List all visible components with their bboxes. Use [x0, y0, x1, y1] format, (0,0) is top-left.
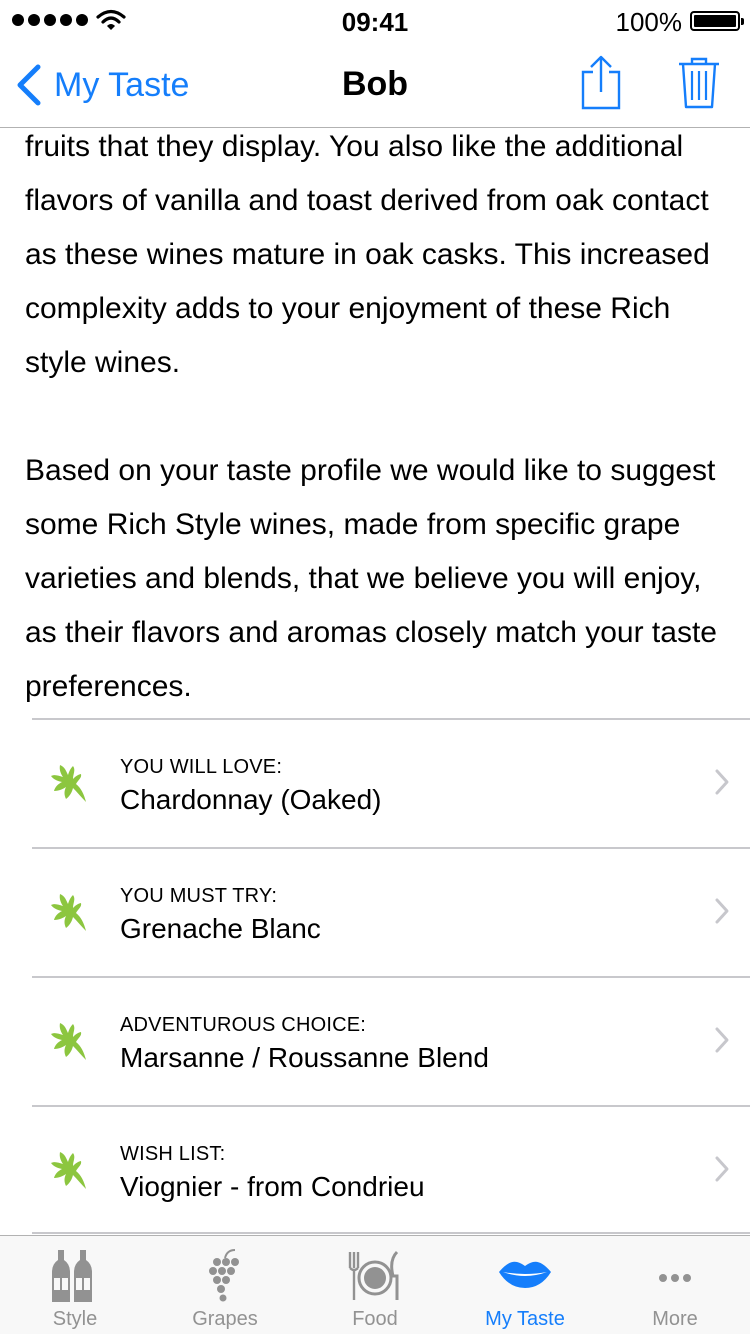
recommendation-title: Viognier - from Condrieu — [120, 1171, 425, 1202]
tab-food[interactable]: Food — [300, 1236, 450, 1334]
list-item-wish-list[interactable]: WISH LIST: Viognier - from Condrieu — [32, 1105, 750, 1234]
tab-grapes[interactable]: Grapes — [150, 1236, 300, 1334]
chevron-right-icon — [715, 769, 729, 795]
list-item-you-must-try[interactable]: YOU MUST TRY: Grenache Blanc — [32, 847, 750, 976]
recommendation-title: Chardonnay (Oaked) — [120, 784, 382, 815]
tab-style[interactable]: Style — [0, 1236, 150, 1334]
recommendation-caption: YOU MUST TRY: — [120, 885, 278, 907]
recommendation-caption: WISH LIST: — [120, 1143, 226, 1165]
status-bar: 09:41 100% — [0, 0, 750, 40]
battery-icon — [690, 11, 744, 31]
leaf-icon — [51, 765, 86, 802]
leaf-icon — [51, 894, 86, 931]
tab-label: Food — [352, 1308, 398, 1330]
list-item-adventurous-choice[interactable]: ADVENTUROUS CHOICE: Marsanne / Roussanne… — [32, 976, 750, 1105]
chevron-right-icon — [715, 1027, 729, 1053]
tab-my-taste[interactable]: My Taste — [450, 1236, 600, 1334]
more-dots-icon — [659, 1274, 691, 1282]
description-paragraph: fruits that they display. You also like … — [25, 130, 710, 379]
chevron-right-icon — [715, 898, 729, 924]
tab-label: Style — [52, 1308, 98, 1330]
tab-bar: Style Grapes Food My Taste More — [0, 1235, 750, 1334]
navigation-bar: My Taste Bob — [0, 40, 750, 128]
recommendation-caption: YOU WILL LOVE: — [120, 756, 283, 778]
leaf-icon — [51, 1023, 86, 1060]
leaf-icon — [51, 1152, 86, 1189]
recommendation-title: Grenache Blanc — [120, 913, 321, 944]
description-paragraph: Based on your taste profile we would lik… — [25, 454, 717, 703]
wine-bottles-icon — [52, 1250, 92, 1302]
recommendation-title: Marsanne / Roussanne Blend — [120, 1042, 489, 1073]
recommendation-caption: ADVENTUROUS CHOICE: — [120, 1014, 367, 1036]
tab-label: More — [652, 1308, 698, 1330]
tab-more[interactable]: More — [600, 1236, 750, 1334]
trash-icon[interactable] — [678, 56, 720, 110]
chevron-right-icon — [715, 1156, 729, 1182]
recommendation-list: YOU WILL LOVE: Chardonnay (Oaked) YOU MU… — [0, 718, 750, 1234]
battery-percentage: 100% — [615, 7, 683, 37]
grapes-icon — [209, 1249, 239, 1302]
lips-icon — [499, 1261, 551, 1288]
taste-description: fruits that they display. You also like … — [25, 120, 735, 710]
plate-cutlery-icon — [348, 1250, 399, 1300]
page-title: Bob — [341, 65, 409, 103]
share-icon[interactable] — [578, 54, 624, 110]
list-item-you-will-love[interactable]: YOU WILL LOVE: Chardonnay (Oaked) — [32, 718, 750, 847]
tab-label: My Taste — [485, 1308, 565, 1330]
tab-label: Grapes — [192, 1308, 258, 1330]
